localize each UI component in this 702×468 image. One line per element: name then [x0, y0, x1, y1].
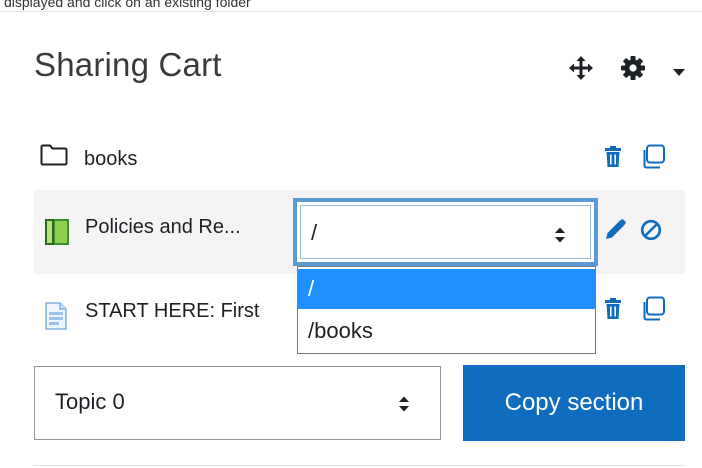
select-arrows-icon [554, 226, 566, 249]
list-item-label[interactable]: Policies and Re... [85, 216, 241, 239]
copy-icon[interactable] [640, 296, 666, 327]
trash-icon[interactable] [604, 146, 622, 173]
divider [34, 465, 685, 466]
page-icon [44, 302, 68, 335]
list-item-label[interactable]: books [84, 148, 137, 171]
copy-icon[interactable] [640, 144, 666, 175]
folder-select-inner[interactable]: / [300, 205, 591, 259]
book-icon [44, 218, 70, 251]
caret-down-icon[interactable] [673, 64, 685, 82]
list-item-books-folder[interactable]: books [34, 134, 685, 184]
pencil-icon[interactable] [604, 219, 626, 246]
folder-dropdown-list: / /books [297, 266, 596, 354]
move-icon[interactable] [568, 55, 594, 86]
instruction-caption: displayed and click on an existing folde… [0, 0, 702, 12]
select-arrows-icon [398, 395, 410, 418]
cancel-icon[interactable] [640, 219, 662, 246]
folder-select[interactable]: / [293, 198, 598, 266]
block-controls [568, 52, 686, 84]
folder-icon [40, 144, 68, 171]
copy-section-button[interactable]: Copy section [463, 365, 685, 441]
list-item-label[interactable]: START HERE: First [85, 300, 259, 323]
trash-icon[interactable] [604, 298, 622, 325]
section-select-value: Topic 0 [55, 389, 125, 414]
gear-icon[interactable] [620, 55, 646, 86]
folder-select-value: / [311, 220, 318, 245]
dropdown-option-root[interactable]: / [298, 269, 595, 309]
instruction-caption-text: displayed and click on an existing folde… [4, 0, 251, 10]
block-title: Sharing Cart [34, 46, 222, 83]
section-select[interactable]: Topic 0 [34, 366, 441, 440]
dropdown-option-books[interactable]: /books [298, 311, 595, 351]
